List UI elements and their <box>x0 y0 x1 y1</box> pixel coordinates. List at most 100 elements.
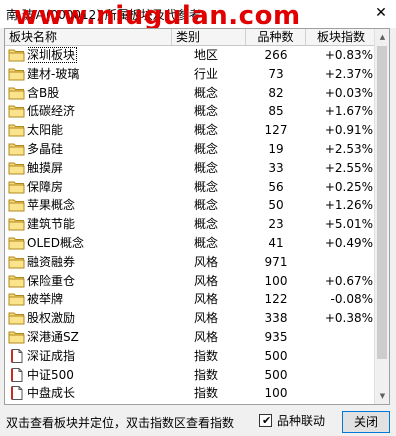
table-row[interactable]: 建筑节能 概念 23 +5.01% <box>5 215 376 234</box>
row-type: 指数 <box>194 386 219 401</box>
row-count: 500 <box>264 367 288 382</box>
table-row[interactable]: 苹果概念 概念 50 +1.26% <box>5 196 376 215</box>
table-row[interactable]: 保险重仓 风格 100 +0.67% <box>5 272 376 291</box>
row-index <box>311 347 373 365</box>
folder-icon <box>8 123 25 137</box>
folder-icon <box>8 255 25 269</box>
scroll-down-icon[interactable]: ▼ <box>375 388 389 404</box>
row-count: 19 <box>268 141 284 156</box>
row-count: 338 <box>264 311 288 326</box>
table-row[interactable]: 被举牌 风格 122 -0.08% <box>5 290 376 309</box>
row-name: 太阳能 <box>27 123 64 138</box>
scroll-up-icon[interactable]: ▲ <box>375 29 389 45</box>
table-row[interactable]: 中盘成长 指数 100 <box>5 384 376 403</box>
column-header-count[interactable]: 品种数 <box>246 29 306 45</box>
checkbox-box[interactable]: ✔ <box>259 414 272 427</box>
row-name: 触摸屏 <box>27 160 64 175</box>
row-count: 127 <box>264 123 288 138</box>
row-name: 建筑节能 <box>27 217 76 232</box>
checkmark-icon: ✔ <box>262 414 272 427</box>
close-button[interactable]: 关闭 <box>342 411 390 433</box>
row-type: 概念 <box>194 85 219 100</box>
folder-icon <box>8 236 25 250</box>
table-row[interactable]: 深港通SZ 风格 935 <box>5 328 376 347</box>
row-count: 85 <box>268 104 284 119</box>
row-type: 地区 <box>194 48 219 62</box>
row-type: 风格 <box>194 273 219 288</box>
row-count: 500 <box>264 348 288 363</box>
table-row[interactable]: 太阳能 概念 127 +0.91% <box>5 121 376 140</box>
row-index: +2.37% <box>324 66 373 81</box>
table-row[interactable]: 股权激励 风格 338 +0.38% <box>5 309 376 328</box>
row-type: 概念 <box>194 141 219 156</box>
vertical-scrollbar[interactable]: ▲ ▼ <box>374 29 389 404</box>
status-bar: 双击查看板块并定位，双击指数区查看指数 ✔ 品种联动 关闭 <box>0 406 396 436</box>
table-row[interactable]: 中证500 指数 500 <box>5 366 376 385</box>
row-type: 概念 <box>194 123 219 138</box>
row-name: 融资融券 <box>27 254 76 269</box>
row-index <box>311 328 373 346</box>
document-icon <box>8 367 25 382</box>
row-index: +1.26% <box>324 198 373 213</box>
row-count: 56 <box>268 179 284 194</box>
table-row[interactable]: 融资融券 风格 971 <box>5 253 376 272</box>
column-header-name[interactable]: 板块名称 <box>5 29 172 45</box>
table-row[interactable]: 深证成指 指数 500 <box>5 347 376 366</box>
row-name: 含B股 <box>27 85 60 100</box>
window-close-icon[interactable]: ✕ <box>366 0 396 28</box>
scrollbar-thumb[interactable] <box>377 46 387 359</box>
folder-icon <box>8 161 25 175</box>
table-row[interactable]: 触摸屏 概念 33 +2.55% <box>5 159 376 178</box>
row-index <box>311 384 373 402</box>
row-count: 100 <box>264 273 288 288</box>
row-type: 风格 <box>194 329 219 344</box>
row-name: 低碳经济 <box>27 104 76 119</box>
row-name: 中证500 <box>27 367 74 382</box>
folder-icon <box>8 67 25 81</box>
row-name: 保险重仓 <box>27 273 76 288</box>
row-type: 概念 <box>194 104 219 119</box>
row-index: +0.91% <box>324 123 373 138</box>
row-type: 概念 <box>194 235 219 250</box>
folder-icon <box>8 292 25 306</box>
title-bar[interactable]: 南 玻Ａ(000012) 所属板块及代参考 www.niugulan.com ✕ <box>0 0 396 31</box>
row-count: 82 <box>268 85 284 100</box>
table-row[interactable]: 多晶硅 概念 19 +2.53% <box>5 140 376 159</box>
table-row[interactable]: 低碳经济 概念 85 +1.67% <box>5 102 376 121</box>
list-header: 板块名称 类别 品种数 板块指数 <box>5 29 376 46</box>
row-type: 概念 <box>194 160 219 175</box>
table-row[interactable]: OLED概念 概念 41 +0.49% <box>5 234 376 253</box>
row-type: 指数 <box>194 403 244 404</box>
row-type: 概念 <box>194 198 219 213</box>
table-row[interactable]: 含B股 概念 82 +0.03% <box>5 84 376 103</box>
row-type: 风格 <box>194 254 219 269</box>
row-index: +0.83% <box>324 48 373 62</box>
folder-icon <box>8 86 25 100</box>
document-icon <box>8 348 25 363</box>
column-header-index[interactable]: 板块指数 <box>306 29 376 45</box>
column-header-type[interactable]: 类别 <box>172 29 246 45</box>
table-row[interactable]: 中盘价值 指数100 <box>5 403 376 404</box>
folder-icon <box>8 104 25 118</box>
row-name: 建材-玻璃 <box>27 66 80 81</box>
row-count: 100 <box>246 403 306 404</box>
row-type: 风格 <box>194 292 219 307</box>
row-index: +0.67% <box>324 273 373 288</box>
window-title: 南 玻Ａ(000012) 所属板块及代参考 <box>6 8 201 22</box>
sector-list[interactable]: 板块名称 类别 品种数 板块指数 深圳板块 地区 266 +0.83% 建材-玻璃 行业 7… <box>4 28 390 405</box>
linkage-label[interactable]: 品种联动 <box>277 414 325 428</box>
table-row[interactable]: 保障房 概念 56 +0.25% <box>5 178 376 197</box>
row-count: 122 <box>264 292 288 307</box>
folder-icon <box>8 311 25 325</box>
row-count: 100 <box>264 386 288 401</box>
folder-icon <box>8 330 25 344</box>
row-index: +1.67% <box>324 104 373 119</box>
folder-icon <box>8 274 25 288</box>
table-row[interactable]: 建材-玻璃 行业 73 +2.37% <box>5 65 376 84</box>
folder-icon <box>8 142 25 156</box>
row-name: 被举牌 <box>27 292 64 307</box>
row-name: 深圳板块 <box>27 47 78 63</box>
table-row[interactable]: 深圳板块 地区 266 +0.83% <box>5 46 376 65</box>
row-index: +0.49% <box>324 235 373 250</box>
row-type: 风格 <box>194 311 219 326</box>
